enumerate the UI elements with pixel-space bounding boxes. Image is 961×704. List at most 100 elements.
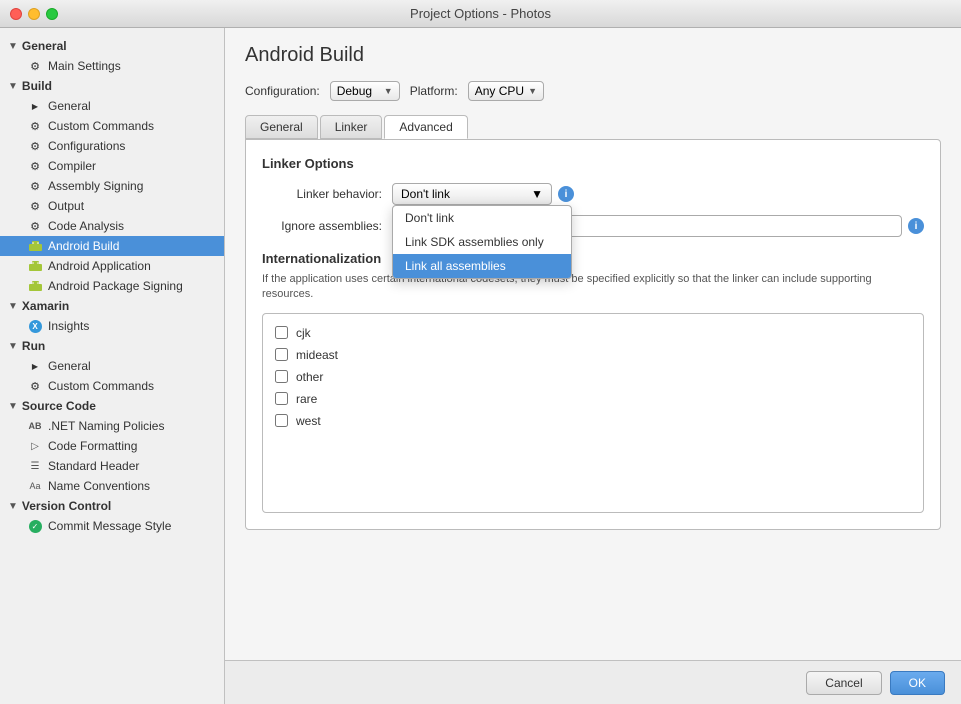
section-label-vc: Version Control	[22, 499, 111, 513]
bottom-bar: Cancel OK	[225, 660, 961, 704]
panel: Linker Options Linker behavior: Don't li…	[245, 139, 941, 530]
rare-checkbox[interactable]	[275, 392, 288, 405]
list-item: west	[271, 410, 915, 432]
gear-icon	[28, 159, 42, 173]
tabs-row: General Linker Advanced	[245, 115, 941, 139]
sidebar-item-android-application[interactable]: Android Application	[0, 256, 224, 276]
other-checkbox[interactable]	[275, 370, 288, 383]
ab-icon: AB	[28, 419, 42, 433]
sidebar-item-label: Commit Message Style	[48, 519, 171, 533]
sidebar-item-label: Configurations	[48, 139, 125, 153]
sidebar-item-insights[interactable]: X Insights	[0, 316, 224, 336]
vc-green-icon: ✓	[28, 519, 42, 533]
sidebar-item-standard-header[interactable]: ☰ Standard Header	[0, 456, 224, 476]
other-label: other	[296, 370, 323, 384]
platform-select[interactable]: Any CPU ▼	[468, 81, 544, 101]
section-label-run: Run	[22, 339, 45, 353]
content-area: Android Build Configuration: Debug ▼ Pla…	[225, 28, 961, 704]
section-label-source-code: Source Code	[22, 399, 96, 413]
sidebar-section-run[interactable]: ▼ Run	[0, 336, 224, 356]
zoom-button[interactable]	[46, 8, 58, 20]
sidebar-section-source-code[interactable]: ▼ Source Code	[0, 396, 224, 416]
dropdown-option-dont-link[interactable]: Don't link	[393, 206, 571, 230]
sidebar-item-code-formatting[interactable]: ▷ Code Formatting	[0, 436, 224, 456]
tab-advanced[interactable]: Advanced	[384, 115, 467, 139]
intl-title: Internationalization	[262, 251, 924, 266]
list-item: rare	[271, 388, 915, 410]
sidebar-item-custom-commands-build[interactable]: Custom Commands	[0, 116, 224, 136]
sidebar-item-main-settings[interactable]: Main Settings	[0, 56, 224, 76]
tab-general[interactable]: General	[245, 115, 318, 139]
west-checkbox[interactable]	[275, 414, 288, 427]
sidebar-item-label: Custom Commands	[48, 379, 154, 393]
sidebar-section-xamarin[interactable]: ▼ Xamarin	[0, 296, 224, 316]
sidebar-section-build[interactable]: ▼ Build	[0, 76, 224, 96]
minimize-button[interactable]	[28, 8, 40, 20]
list-item: other	[271, 366, 915, 388]
naming-icon: Aa	[28, 479, 42, 493]
configuration-label: Configuration:	[245, 84, 320, 98]
sidebar-item-output[interactable]: Output	[0, 196, 224, 216]
sidebar-item-label: Custom Commands	[48, 119, 154, 133]
section-label-build: Build	[22, 79, 52, 93]
sidebar-item-android-package-signing[interactable]: Android Package Signing	[0, 276, 224, 296]
mideast-checkbox[interactable]	[275, 348, 288, 361]
section-arrow-vc: ▼	[8, 501, 18, 512]
content-inner: Android Build Configuration: Debug ▼ Pla…	[225, 28, 961, 660]
cjk-checkbox[interactable]	[275, 326, 288, 339]
gear-icon	[28, 119, 42, 133]
sidebar-section-general[interactable]: ▼ General	[0, 36, 224, 56]
sidebar-item-commit-message-style[interactable]: ✓ Commit Message Style	[0, 516, 224, 536]
arrow-icon	[28, 99, 42, 113]
platform-value: Any CPU	[475, 84, 524, 98]
sidebar-item-label: Standard Header	[48, 459, 139, 473]
cjk-label: cjk	[296, 326, 311, 340]
close-button[interactable]	[10, 8, 22, 20]
linker-behavior-menu: Don't link Link SDK assemblies only Link…	[392, 205, 572, 279]
mideast-label: mideast	[296, 348, 338, 362]
cancel-button[interactable]: Cancel	[806, 671, 881, 695]
page-title: Android Build	[245, 44, 941, 67]
sidebar-item-label: Insights	[48, 319, 89, 333]
gear-icon	[28, 139, 42, 153]
sidebar: ▼ General Main Settings ▼ Build General …	[0, 28, 225, 704]
sidebar-item-code-analysis[interactable]: Code Analysis	[0, 216, 224, 236]
dropdown-option-link-sdk[interactable]: Link SDK assemblies only	[393, 230, 571, 254]
sidebar-item-label: Android Application	[48, 259, 151, 273]
sidebar-section-version-control[interactable]: ▼ Version Control	[0, 496, 224, 516]
gear-icon	[28, 219, 42, 233]
linker-behavior-trigger[interactable]: Don't link ▼	[392, 183, 552, 205]
sidebar-item-naming-policies[interactable]: AB .NET Naming Policies	[0, 416, 224, 436]
tab-linker[interactable]: Linker	[320, 115, 383, 139]
android-build-icon	[28, 239, 42, 253]
arrow-icon	[28, 359, 42, 373]
sidebar-item-label: General	[48, 359, 91, 373]
sidebar-item-label: Main Settings	[48, 59, 121, 73]
doc-icon: ☰	[28, 459, 42, 473]
traffic-lights	[10, 8, 58, 20]
sidebar-item-assembly-signing[interactable]: Assembly Signing	[0, 176, 224, 196]
configuration-select[interactable]: Debug ▼	[330, 81, 400, 101]
section-arrow-run: ▼	[8, 341, 18, 352]
dropdown-option-link-all[interactable]: Link all assemblies	[393, 254, 571, 278]
chevron-down-icon: ▼	[531, 187, 543, 201]
ignore-assemblies-row: Ignore assemblies: i	[262, 215, 924, 237]
sidebar-item-compiler[interactable]: Compiler	[0, 156, 224, 176]
configuration-value: Debug	[337, 84, 372, 98]
sidebar-item-build-general[interactable]: General	[0, 96, 224, 116]
sidebar-item-name-conventions[interactable]: Aa Name Conventions	[0, 476, 224, 496]
sidebar-item-run-general[interactable]: General	[0, 356, 224, 376]
section-label-general: General	[22, 39, 67, 53]
sidebar-item-custom-commands-run[interactable]: Custom Commands	[0, 376, 224, 396]
sidebar-item-label: Compiler	[48, 159, 96, 173]
section-arrow-xamarin: ▼	[8, 301, 18, 312]
internationalization-section: Internationalization If the application …	[262, 251, 924, 513]
info-icon[interactable]: i	[558, 186, 574, 202]
gear-icon	[28, 379, 42, 393]
sidebar-item-android-build[interactable]: Android Build	[0, 236, 224, 256]
info-icon[interactable]: i	[908, 218, 924, 234]
ok-button[interactable]: OK	[890, 671, 945, 695]
sidebar-item-configurations[interactable]: Configurations	[0, 136, 224, 156]
gear-icon	[28, 179, 42, 193]
linker-behavior-dropdown-container: Don't link ▼ Don't link Link SDK assembl…	[392, 183, 552, 205]
